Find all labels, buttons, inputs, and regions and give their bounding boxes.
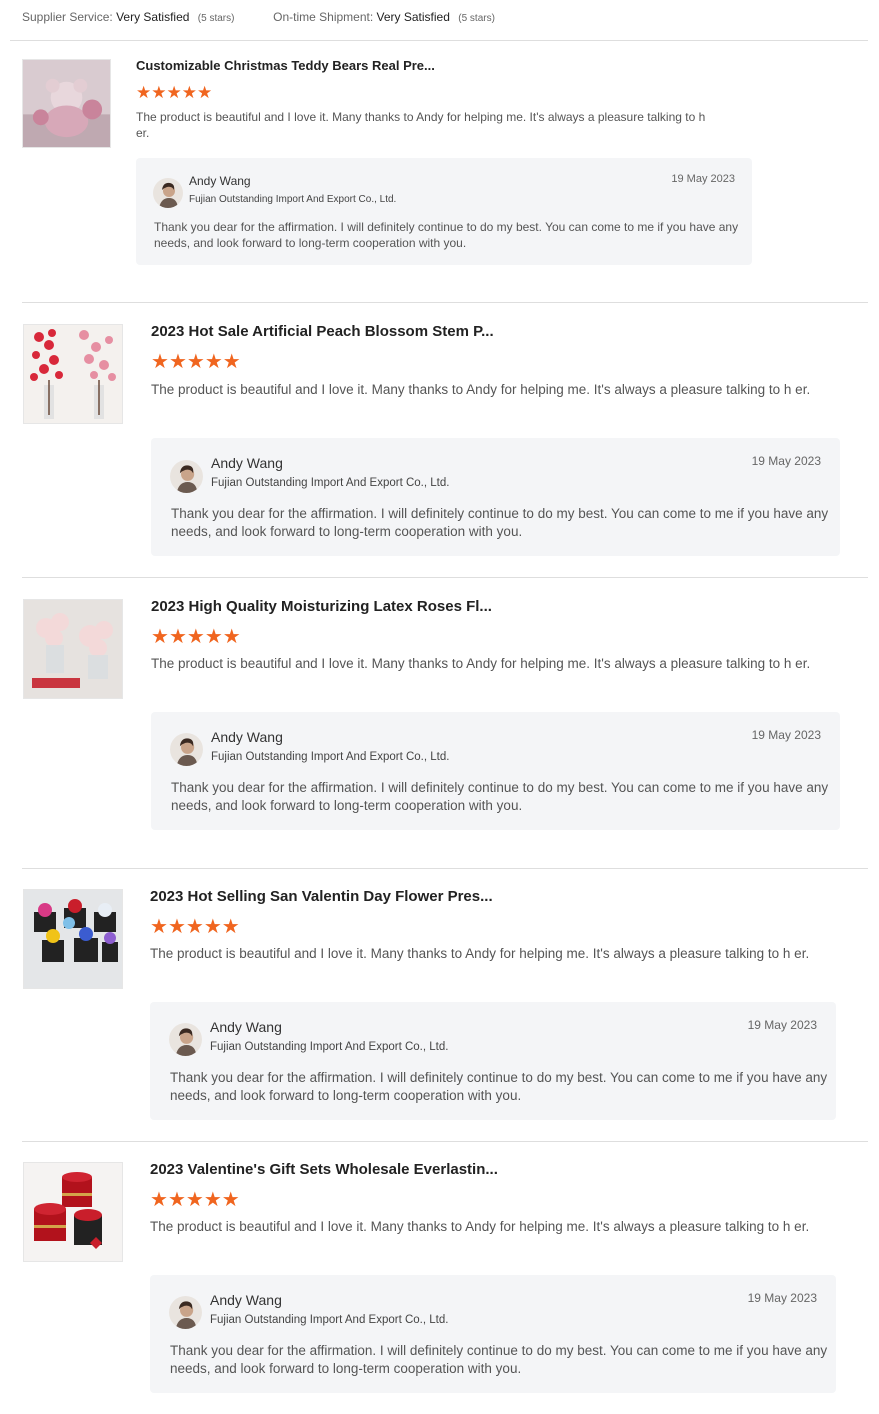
supplier-service-value: Very Satisfied bbox=[116, 10, 190, 24]
star-icon: ★ bbox=[204, 351, 223, 373]
star-icon: ★ bbox=[151, 83, 167, 102]
product-title[interactable]: 2023 Hot Selling San Valentin Day Flower… bbox=[150, 888, 493, 905]
reply-company: Fujian Outstanding Import And Export Co.… bbox=[211, 751, 450, 763]
teddy-bear-product-image[interactable] bbox=[22, 59, 111, 148]
divider bbox=[22, 577, 868, 578]
star-icon: ★ bbox=[222, 626, 241, 648]
product-title[interactable]: Customizable Christmas Teddy Bears Real … bbox=[136, 58, 435, 73]
star-rating: ★ ★ ★ ★ ★ bbox=[136, 84, 212, 101]
supplier-reply: Andy Wang Fujian Outstanding Import And … bbox=[136, 158, 752, 265]
reply-author-name: Andy Wang bbox=[211, 729, 283, 745]
star-icon: ★ bbox=[197, 83, 213, 102]
star-icon: ★ bbox=[204, 626, 223, 648]
star-icon: ★ bbox=[186, 351, 205, 373]
divider bbox=[22, 1141, 868, 1142]
star-icon: ★ bbox=[167, 1189, 186, 1211]
star-icon: ★ bbox=[185, 1189, 204, 1211]
review-comment: The product is beautiful and I love it. … bbox=[151, 382, 811, 397]
star-icon: ★ bbox=[185, 916, 204, 938]
product-title[interactable]: 2023 Hot Sale Artificial Peach Blossom S… bbox=[151, 323, 494, 340]
star-rating: ★ ★ ★ ★ ★ bbox=[150, 917, 240, 937]
reply-date: 19 May 2023 bbox=[751, 454, 821, 468]
avatar bbox=[170, 460, 203, 493]
reply-company: Fujian Outstanding Import And Export Co.… bbox=[210, 1314, 449, 1326]
divider bbox=[22, 302, 868, 303]
review-comment: The product is beautiful and I love it. … bbox=[151, 656, 811, 671]
supplier-service-note: (5 stars) bbox=[197, 13, 235, 24]
star-icon: ★ bbox=[166, 83, 182, 102]
reply-company: Fujian Outstanding Import And Export Co.… bbox=[210, 1041, 449, 1053]
star-icon: ★ bbox=[203, 1189, 222, 1211]
star-icon: ★ bbox=[150, 916, 168, 938]
product-title[interactable]: 2023 High Quality Moisturizing Latex Ros… bbox=[151, 598, 492, 615]
review-comment: The product is beautiful and I love it. … bbox=[150, 1219, 810, 1234]
rose-gift-boxes-product-image[interactable] bbox=[23, 889, 123, 989]
star-icon: ★ bbox=[221, 916, 240, 938]
reply-text: Thank you dear for the affirmation. I wi… bbox=[154, 220, 739, 250]
avatar bbox=[169, 1023, 202, 1056]
shipment-label: On-time Shipment: bbox=[273, 10, 374, 24]
reply-date: 19 May 2023 bbox=[671, 173, 735, 185]
reply-date: 19 May 2023 bbox=[747, 1018, 817, 1032]
star-icon: ★ bbox=[168, 626, 187, 648]
avatar bbox=[170, 733, 203, 766]
star-icon: ★ bbox=[150, 1189, 168, 1211]
star-icon: ★ bbox=[151, 351, 169, 373]
reply-text: Thank you dear for the affirmation. I wi… bbox=[170, 1070, 828, 1103]
star-icon: ★ bbox=[168, 351, 187, 373]
avatar bbox=[153, 178, 183, 208]
star-rating: ★ ★ ★ ★ ★ bbox=[151, 352, 241, 372]
shipment-value: Very Satisfied bbox=[376, 10, 450, 24]
supplier-reply: Andy Wang Fujian Outstanding Import And … bbox=[150, 1275, 836, 1393]
star-icon: ★ bbox=[203, 916, 222, 938]
review-comment: The product is beautiful and I love it. … bbox=[136, 110, 706, 140]
reply-text: Thank you dear for the affirmation. I wi… bbox=[170, 1343, 828, 1376]
star-icon: ★ bbox=[167, 916, 186, 938]
divider bbox=[10, 40, 868, 41]
review-comment: The product is beautiful and I love it. … bbox=[150, 946, 810, 961]
supplier-reply: Andy Wang Fujian Outstanding Import And … bbox=[150, 1002, 836, 1120]
star-icon: ★ bbox=[186, 626, 205, 648]
supplier-reply: Andy Wang Fujian Outstanding Import And … bbox=[151, 438, 840, 556]
reply-author-name: Andy Wang bbox=[210, 1019, 282, 1035]
divider bbox=[22, 868, 868, 869]
reply-company: Fujian Outstanding Import And Export Co.… bbox=[211, 477, 450, 489]
star-icon: ★ bbox=[181, 83, 197, 102]
star-icon: ★ bbox=[221, 1189, 240, 1211]
reply-text: Thank you dear for the affirmation. I wi… bbox=[171, 780, 829, 813]
reply-author-name: Andy Wang bbox=[189, 174, 251, 188]
supplier-service-label: Supplier Service: bbox=[22, 10, 113, 24]
star-icon: ★ bbox=[222, 351, 241, 373]
rose-hat-boxes-product-image[interactable] bbox=[23, 1162, 123, 1262]
avatar bbox=[169, 1296, 202, 1329]
reply-date: 19 May 2023 bbox=[747, 1291, 817, 1305]
reply-author-name: Andy Wang bbox=[211, 455, 283, 471]
star-icon: ★ bbox=[136, 83, 152, 102]
rating-summary: Supplier Service: Very Satisfied (5 star… bbox=[22, 10, 495, 24]
reply-author-name: Andy Wang bbox=[210, 1292, 282, 1308]
star-rating: ★ ★ ★ ★ ★ bbox=[151, 627, 241, 647]
star-icon: ★ bbox=[151, 626, 169, 648]
peach-blossom-product-image[interactable] bbox=[23, 324, 123, 424]
reply-date: 19 May 2023 bbox=[751, 728, 821, 742]
star-rating: ★ ★ ★ ★ ★ bbox=[150, 1190, 240, 1210]
reply-company: Fujian Outstanding Import And Export Co.… bbox=[189, 194, 397, 205]
shipment-note: (5 stars) bbox=[458, 13, 495, 24]
product-title[interactable]: 2023 Valentine's Gift Sets Wholesale Eve… bbox=[150, 1161, 498, 1178]
reply-text: Thank you dear for the affirmation. I wi… bbox=[171, 506, 829, 539]
supplier-reply: Andy Wang Fujian Outstanding Import And … bbox=[151, 712, 840, 830]
latex-roses-product-image[interactable] bbox=[23, 599, 123, 699]
